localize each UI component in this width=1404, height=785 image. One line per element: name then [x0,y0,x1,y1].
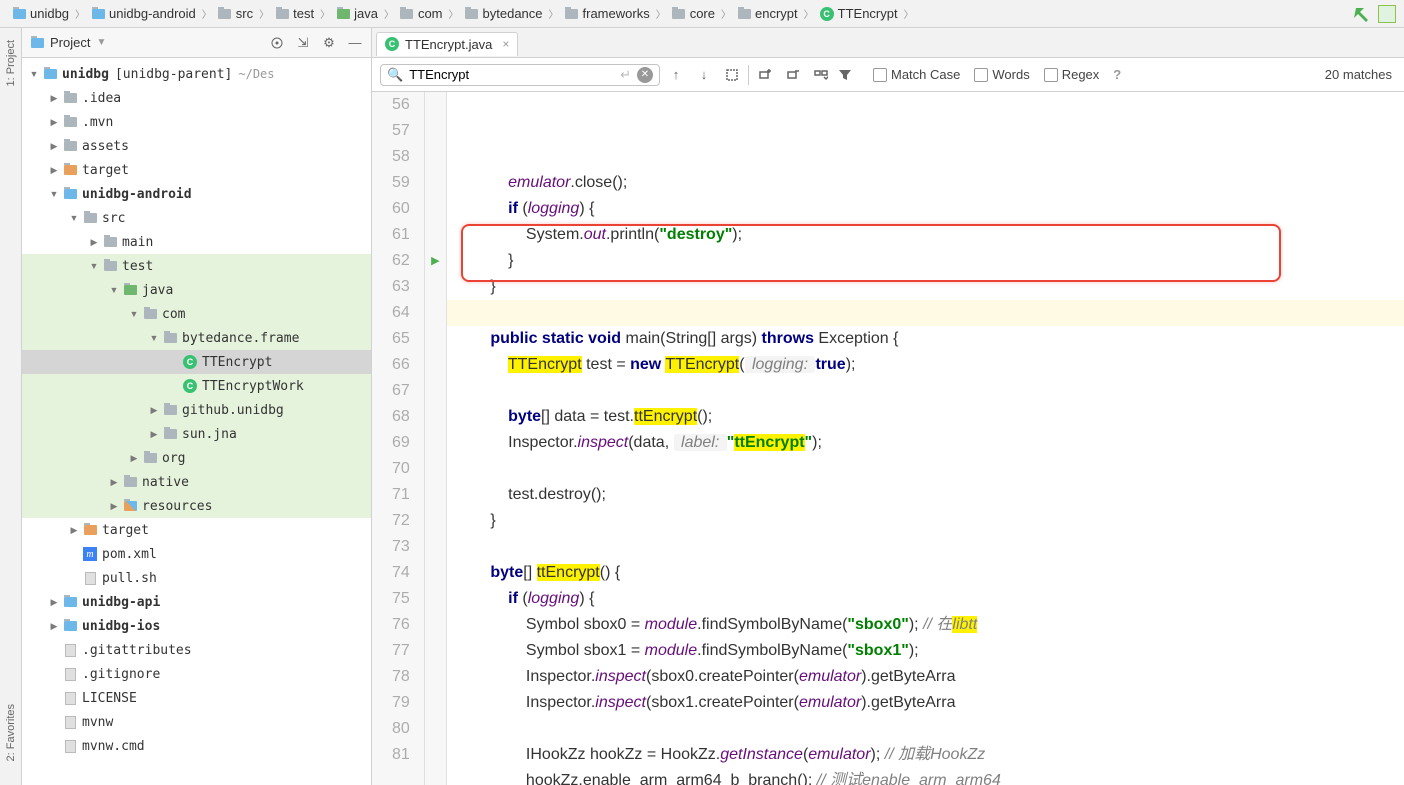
tree-row[interactable]: ▶unidbg-api [22,590,371,614]
gutter-icons: ▶ [425,92,447,785]
favorites-tool-tab[interactable]: 2: Favorites [3,700,19,765]
build-icon[interactable] [1354,6,1370,22]
tree-row[interactable]: ▶target [22,158,371,182]
tab-label: TTEncrypt.java [405,37,492,52]
chevron-down-icon[interactable]: ▼ [96,37,106,48]
help-icon[interactable]: ? [1113,67,1121,82]
breadcrumb-bar: unidbg〉unidbg-android〉src〉test〉java〉com〉… [0,0,1404,28]
breadcrumb-item[interactable]: unidbg-android [87,4,200,23]
editor-tabs: C TTEncrypt.java × [372,28,1404,58]
hide-icon[interactable]: — [347,35,363,51]
regex-checkbox[interactable]: Regex [1044,67,1100,82]
tree-row[interactable]: pull.sh [22,566,371,590]
breadcrumb-item[interactable]: com [396,4,447,23]
editor-body[interactable]: 5657585960616263646566676869707172737475… [372,92,1404,785]
find-bar: 🔍 ↵ ✕ ↑ ↓ Match Case [372,58,1404,92]
tree-row[interactable]: ▼com [22,302,371,326]
breadcrumb-item[interactable]: encrypt [733,4,802,23]
breadcrumb-separator: 〉 [259,6,269,21]
breadcrumb-separator: 〉 [202,6,212,21]
breadcrumb-item[interactable]: test [271,4,318,23]
add-selection-icon[interactable] [757,67,773,83]
locate-icon[interactable] [269,35,285,51]
filter-icon[interactable] [837,67,853,83]
tree-row[interactable]: mpom.xml [22,542,371,566]
breadcrumb-item[interactable]: unidbg [8,4,73,23]
words-checkbox[interactable]: Words [974,67,1029,82]
tree-row[interactable]: ▶target [22,518,371,542]
tree-row[interactable]: ▶github.unidbg [22,398,371,422]
breadcrumb-item[interactable]: src [214,4,257,23]
breadcrumb-separator: 〉 [320,6,330,21]
project-panel: Project ▼ ⇲ ⚙ — ▼ unidbg [unidbg-parent]… [22,28,372,785]
breadcrumb-item[interactable]: core [668,4,719,23]
breadcrumb-separator: 〉 [656,6,666,21]
tree-row[interactable]: ▶.mvn [22,110,371,134]
status-icon[interactable] [1378,5,1396,23]
match-count: 20 matches [1325,67,1392,82]
tree-row[interactable]: ▶native [22,470,371,494]
tree-row[interactable]: ▶sun.jna [22,422,371,446]
breadcrumb-separator: 〉 [384,6,394,21]
clear-icon[interactable]: ✕ [637,67,653,83]
line-gutter: 5657585960616263646566676869707172737475… [372,92,425,785]
breadcrumb-item[interactable]: CTTEncrypt [816,4,902,23]
editor-area: C TTEncrypt.java × 🔍 ↵ ✕ ↑ ↓ [372,28,1404,785]
prev-match-icon[interactable]: ↑ [668,67,684,83]
project-title: Project [50,35,90,50]
project-tool-tab[interactable]: 1: Project [3,36,19,90]
breadcrumb-item[interactable]: frameworks [561,4,654,23]
tree-row[interactable]: ▼test [22,254,371,278]
tree-row[interactable]: ▶.idea [22,86,371,110]
enter-icon[interactable]: ↵ [620,67,631,83]
breadcrumb-separator: 〉 [449,6,459,21]
tree-root-suffix: [unidbg-parent] [115,67,232,82]
tree-row[interactable]: CTTEncryptWork [22,374,371,398]
project-header: Project ▼ ⇲ ⚙ — [22,28,371,58]
breadcrumb-separator: 〉 [549,6,559,21]
tree-row[interactable]: ▼unidbg-android [22,182,371,206]
close-icon[interactable]: × [502,37,509,51]
tree-row[interactable]: .gitignore [22,662,371,686]
tree-row[interactable]: mvnw.cmd [22,734,371,758]
editor-tab-ttencrypt[interactable]: C TTEncrypt.java × [376,32,518,56]
tree-row[interactable]: ▼src [22,206,371,230]
tree-row[interactable]: LICENSE [22,686,371,710]
select-all-icon[interactable] [724,67,740,83]
breadcrumb-item[interactable]: bytedance [461,4,547,23]
breadcrumb-separator: 〉 [804,6,814,21]
class-icon: C [385,37,399,51]
tree-row[interactable]: CTTEncrypt [22,350,371,374]
tree-row[interactable]: ▶main [22,230,371,254]
tree-row[interactable]: ▶org [22,446,371,470]
project-tree[interactable]: ▼ unidbg [unidbg-parent] ~/Des ▶.idea▶.m… [22,58,371,785]
remove-selection-icon[interactable] [785,67,801,83]
find-input-wrap[interactable]: 🔍 ↵ ✕ [380,64,660,86]
run-gutter-icon[interactable]: ▶ [425,248,446,274]
tree-root[interactable]: ▼ unidbg [unidbg-parent] ~/Des [22,62,371,86]
breadcrumb-separator: 〉 [721,6,731,21]
tree-row[interactable]: ▼bytedance.frame [22,326,371,350]
expand-icon[interactable]: ⇲ [295,35,311,51]
tree-row[interactable]: ▶resources [22,494,371,518]
left-gutter: 1: Project 2: Favorites [0,28,22,785]
next-match-icon[interactable]: ↓ [696,67,712,83]
find-input[interactable] [409,67,614,82]
breadcrumb-separator: 〉 [75,6,85,21]
tree-row[interactable]: ▶assets [22,134,371,158]
tree-row[interactable]: ▶unidbg-ios [22,614,371,638]
tree-row[interactable]: mvnw [22,710,371,734]
project-icon [30,36,44,50]
breadcrumb-item[interactable]: java [332,4,382,23]
gear-icon[interactable]: ⚙ [321,35,337,51]
select-all-occurrences-icon[interactable] [813,67,829,83]
tree-row[interactable]: .gitattributes [22,638,371,662]
search-icon: 🔍 [387,67,403,83]
tree-root-label: unidbg [62,67,109,82]
tree-root-path: ~/Des [238,67,274,81]
code-content[interactable]: emulator.close(); if (logging) { System.… [447,92,1404,785]
breadcrumb-separator: 〉 [904,6,914,21]
tree-row[interactable]: ▼java [22,278,371,302]
match-case-checkbox[interactable]: Match Case [873,67,960,82]
